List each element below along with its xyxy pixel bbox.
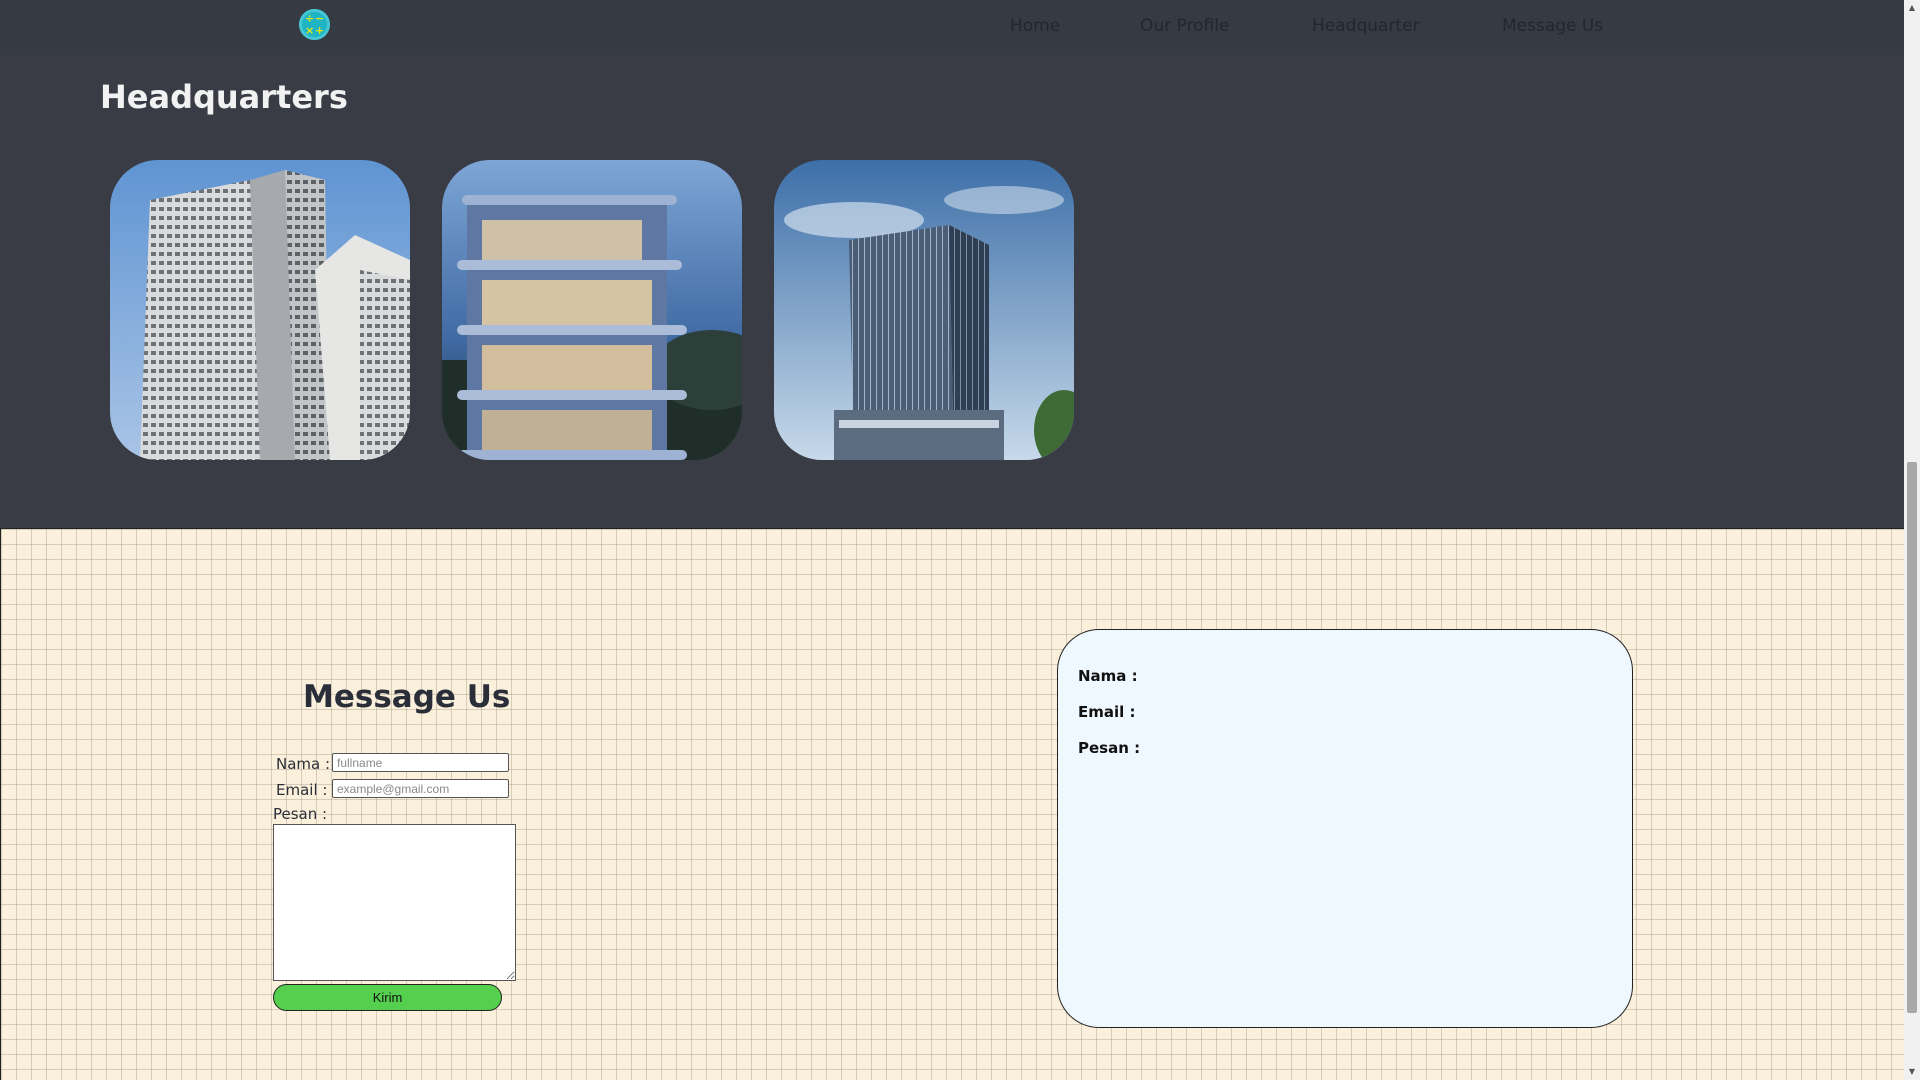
nav-headquarter-link[interactable]: Headquarter	[1312, 16, 1420, 36]
glass-office-tower-photo	[774, 160, 1074, 460]
nama-label: Nama :	[276, 755, 331, 773]
pesan-label: Pesan :	[273, 805, 328, 823]
nav-message-us-link[interactable]: Message Us	[1502, 16, 1603, 36]
email-label: Email :	[276, 781, 328, 799]
vertical-scrollbar[interactable]: ▲ ▼	[1904, 0, 1920, 1080]
apartment-tower-photo	[110, 160, 410, 460]
balcony-villa-photo	[442, 160, 742, 460]
scroll-down-arrow-icon[interactable]: ▼	[1904, 1064, 1920, 1080]
top-navbar: ÷ − × + Home Our Profile Headquarter Mes…	[0, 0, 1904, 55]
preview-pesan-label: Pesan :	[1078, 739, 1141, 757]
headquarters-title: Headquarters	[100, 78, 348, 116]
logo-glyph: ×	[305, 24, 315, 37]
message-title: Message Us	[303, 679, 511, 715]
pesan-textarea[interactable]	[273, 824, 516, 981]
nav-our-profile-link[interactable]: Our Profile	[1140, 16, 1229, 36]
scrollbar-thumb[interactable]	[1907, 462, 1917, 1013]
scroll-up-arrow-icon[interactable]: ▲	[1904, 0, 1920, 16]
email-input[interactable]	[332, 779, 509, 798]
calculator-logo-icon[interactable]: ÷ − × +	[299, 9, 330, 40]
preview-email-label: Email :	[1078, 703, 1136, 721]
message-preview-card: Nama : Email : Pesan :	[1057, 629, 1633, 1028]
logo-glyph: ÷	[305, 12, 315, 25]
page: ÷ − × + Home Our Profile Headquarter Mes…	[0, 0, 1920, 1080]
nav-home-link[interactable]: Home	[1010, 16, 1060, 36]
kirim-button[interactable]: Kirim	[273, 984, 502, 1011]
logo-glyph: −	[315, 12, 325, 25]
preview-nama-label: Nama :	[1078, 667, 1138, 685]
nama-input[interactable]	[332, 753, 509, 772]
logo-glyph: +	[315, 24, 325, 37]
message-section: Message Us Nama : Email : Pesan : Kirim …	[0, 528, 1904, 1080]
